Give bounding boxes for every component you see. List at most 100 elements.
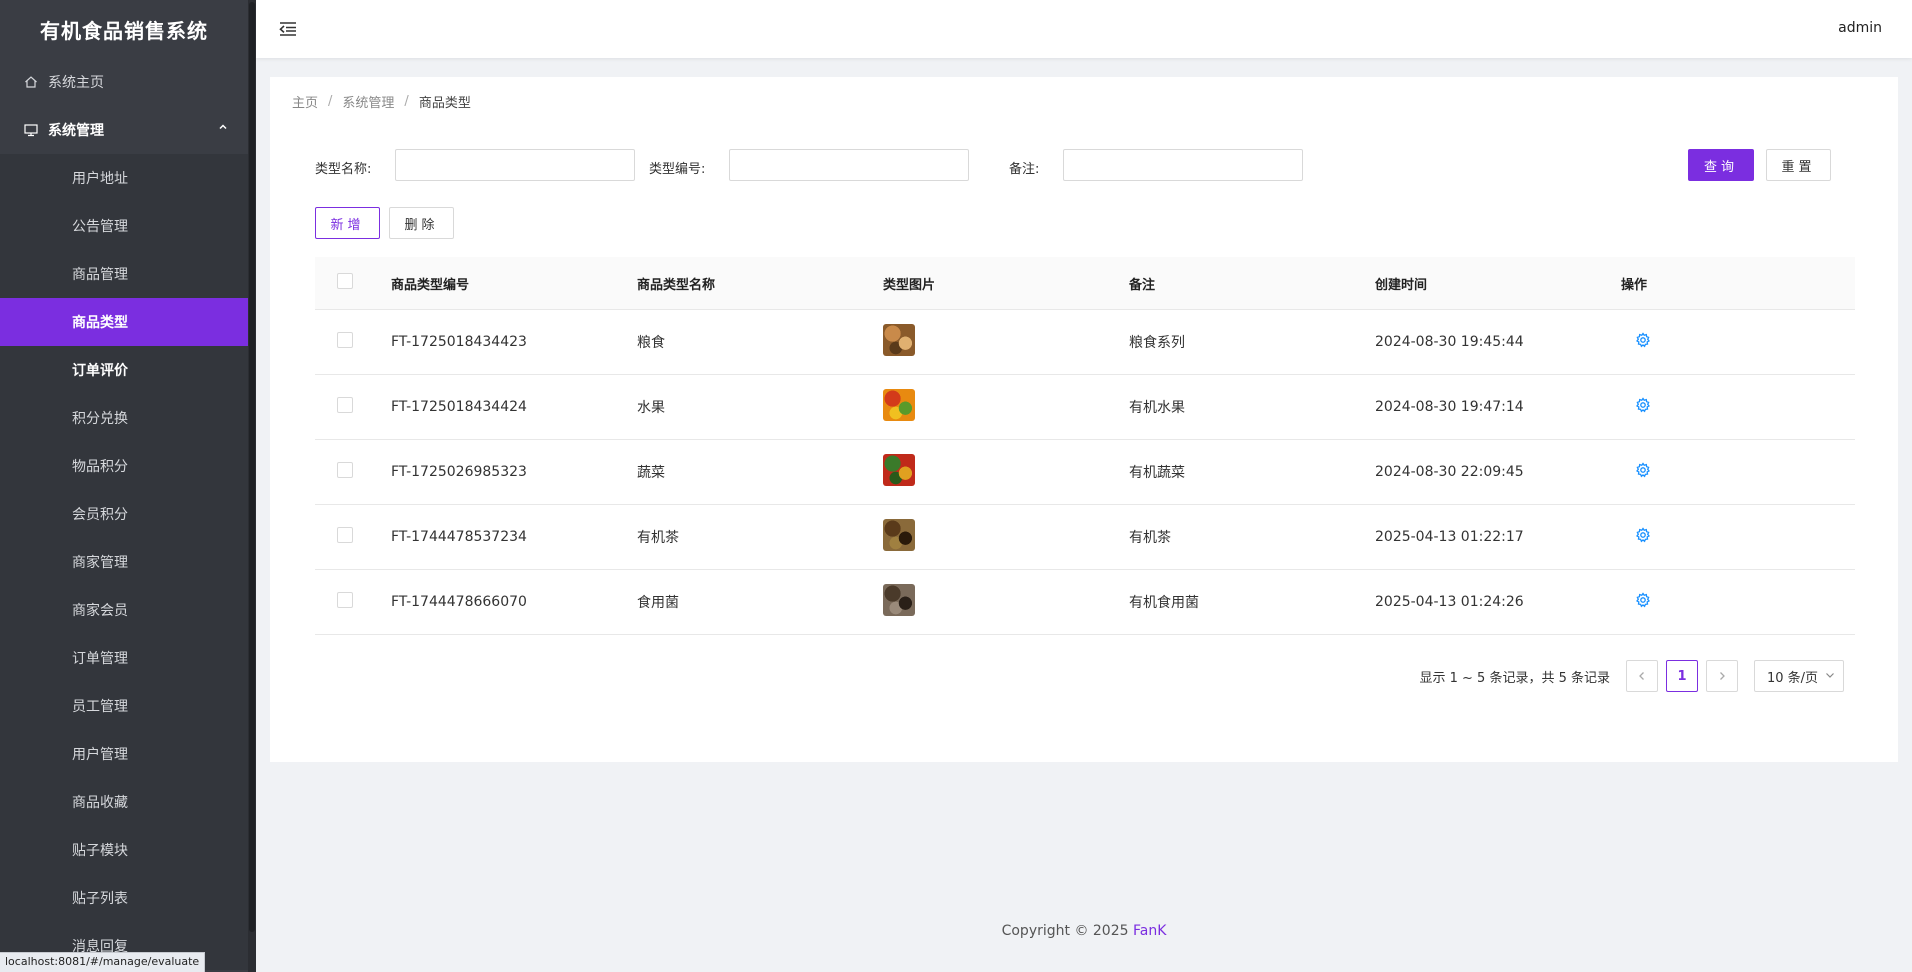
table-header: 商品类型编号 商品类型名称 类型图片 备注 创建时间 操作 bbox=[315, 257, 1855, 310]
sidebar-item-4[interactable]: 商品类型 bbox=[0, 298, 248, 346]
sidebar-item-16[interactable]: 贴子列表 bbox=[0, 874, 248, 922]
page-size-value: 10 条/页 bbox=[1767, 670, 1819, 686]
sidebar-item-label: 商品收藏 bbox=[72, 795, 128, 811]
sidebar-item-10[interactable]: 商家会员 bbox=[0, 586, 248, 634]
cell-remark: 有机蔬菜 bbox=[1129, 465, 1185, 481]
user-menu[interactable]: admin bbox=[1838, 20, 1882, 36]
home-icon bbox=[24, 75, 38, 89]
settings-icon[interactable] bbox=[1635, 527, 1651, 547]
sidebar-item-8[interactable]: 会员积分 bbox=[0, 490, 248, 538]
sidebar-item-14[interactable]: 商品收藏 bbox=[0, 778, 248, 826]
cell-code: FT-1744478666070 bbox=[391, 594, 527, 610]
add-button[interactable]: 新增 bbox=[315, 207, 380, 239]
breadcrumb-separator: / bbox=[404, 94, 409, 109]
column-header[interactable]: 商品类型编号 bbox=[391, 274, 637, 293]
sidebar-item-15[interactable]: 贴子模块 bbox=[0, 826, 248, 874]
breadcrumb-separator: / bbox=[328, 94, 333, 109]
cell-code: FT-1744478537234 bbox=[391, 529, 527, 545]
sidebar-item-label: 商品类型 bbox=[72, 315, 128, 331]
mushroom-image[interactable] bbox=[883, 584, 915, 616]
footer-brand[interactable]: FanK bbox=[1133, 923, 1166, 939]
reset-button[interactable]: 重置 bbox=[1766, 149, 1831, 181]
type-code-input[interactable] bbox=[729, 149, 969, 181]
cell-remark: 有机茶 bbox=[1129, 530, 1171, 546]
sidebar-menu: 系统主页 系统管理 用户地址公告管理 商品管理商品类型订单评价积分兑换物品积分会员… bbox=[0, 58, 248, 970]
select-all-checkbox[interactable] bbox=[337, 273, 353, 289]
cell-name: 粮食 bbox=[637, 335, 665, 351]
cell-remark: 有机水果 bbox=[1129, 400, 1185, 416]
settings-icon[interactable] bbox=[1635, 462, 1651, 482]
top-header: admin bbox=[256, 0, 1912, 58]
sidebar-item-2[interactable]: 公告管理 bbox=[0, 202, 248, 250]
sidebar-item-home[interactable]: 系统主页 bbox=[0, 58, 248, 106]
cell-created: 2025-04-13 01:22:17 bbox=[1375, 529, 1524, 545]
cell-name: 食用菌 bbox=[637, 595, 679, 611]
cell-code: FT-1725018434423 bbox=[391, 334, 527, 350]
footer-copyright: Copyright © 2025 bbox=[1001, 923, 1129, 939]
cell-name: 有机茶 bbox=[637, 530, 679, 546]
sidebar-item-label: 用户管理 bbox=[72, 747, 128, 763]
column-header: 操作 bbox=[1621, 277, 1648, 293]
breadcrumb-home[interactable]: 主页 bbox=[292, 92, 318, 111]
prev-page-button[interactable] bbox=[1626, 660, 1658, 692]
grains-image[interactable] bbox=[883, 324, 915, 356]
cell-name: 水果 bbox=[637, 400, 665, 416]
vegetables-image[interactable] bbox=[883, 454, 915, 486]
sidebar-item-label: 物品积分 bbox=[72, 459, 128, 475]
sidebar-item-9[interactable]: 商家管理 bbox=[0, 538, 248, 586]
sidebar-item-12[interactable]: 员工管理 bbox=[0, 682, 248, 730]
column-header[interactable]: 商品类型名称 bbox=[637, 274, 883, 293]
cell-name: 蔬菜 bbox=[637, 465, 665, 481]
row-checkbox[interactable] bbox=[337, 332, 353, 348]
delete-button[interactable]: 删除 bbox=[389, 207, 454, 239]
scrollbar-thumb[interactable] bbox=[249, 2, 255, 932]
sidebar-item-11[interactable]: 订单管理 bbox=[0, 634, 248, 682]
sidebar-item-5[interactable]: 订单评价 bbox=[0, 346, 248, 394]
table-row: FT-1725018434423 粮食 粮食系列 2024-08-30 19:45:4… bbox=[315, 310, 1855, 375]
table-row: FT-1744478666070 食用菌 有机食用菌 2025-04-13 01:24… bbox=[315, 570, 1855, 635]
chevron-left-icon bbox=[1639, 672, 1644, 680]
row-checkbox[interactable] bbox=[337, 592, 353, 608]
query-button[interactable]: 查询 bbox=[1688, 149, 1754, 181]
next-page-button[interactable] bbox=[1706, 660, 1738, 692]
remark-input[interactable] bbox=[1063, 149, 1303, 181]
cell-code: FT-1725026985323 bbox=[391, 464, 527, 480]
footer: Copyright © 2025 FanK bbox=[256, 923, 1912, 939]
sidebar-item-13[interactable]: 用户管理 bbox=[0, 730, 248, 778]
sidebar-item-7[interactable]: 物品积分 bbox=[0, 442, 248, 490]
type-name-input[interactable] bbox=[395, 149, 635, 181]
pagination-summary: 显示 1 ~ 5 条记录，共 5 条记录 bbox=[1419, 670, 1611, 686]
settings-icon[interactable] bbox=[1635, 592, 1651, 612]
column-header[interactable]: 创建时间 bbox=[1375, 274, 1621, 293]
fruits-image[interactable] bbox=[883, 389, 915, 421]
sidebar-item-label: 用户地址 bbox=[72, 171, 128, 187]
column-header: 备注 bbox=[1129, 277, 1156, 293]
row-checkbox[interactable] bbox=[337, 462, 353, 478]
sidebar-item-1[interactable]: 用户地址 bbox=[0, 154, 248, 202]
tea-image[interactable] bbox=[883, 519, 915, 551]
sidebar-item-label: 员工管理 bbox=[72, 699, 128, 715]
sidebar-scrollbar[interactable] bbox=[248, 0, 256, 972]
sidebar-item-label: 订单管理 bbox=[72, 651, 128, 667]
row-checkbox[interactable] bbox=[337, 397, 353, 413]
menu-collapse-icon[interactable] bbox=[278, 19, 298, 39]
row-checkbox[interactable] bbox=[337, 527, 353, 543]
sidebar-item-label: 积分兑换 bbox=[72, 411, 128, 427]
table-row: FT-1725018434424 水果 有机水果 2024-08-30 19:47:1… bbox=[315, 375, 1855, 440]
page-button[interactable]: 1 bbox=[1666, 660, 1698, 692]
column-header: 类型图片 bbox=[883, 277, 936, 293]
type-name-label: 类型名称: bbox=[315, 162, 372, 177]
settings-icon[interactable] bbox=[1635, 397, 1651, 417]
breadcrumb-current: 商品类型 bbox=[418, 96, 471, 111]
page-size-select[interactable]: 10 条/页 bbox=[1754, 660, 1844, 692]
sidebar-group-system[interactable]: 系统管理 bbox=[0, 106, 248, 154]
sidebar-item-label: 贴子模块 bbox=[72, 843, 128, 859]
sidebar-group-label: 系统管理 bbox=[48, 123, 104, 139]
chevron-right-icon bbox=[1720, 672, 1725, 680]
category-table: 商品类型编号 商品类型名称 类型图片 备注 创建时间 操作 FT-1725018… bbox=[315, 257, 1855, 635]
sidebar-item-6[interactable]: 积分兑换 bbox=[0, 394, 248, 442]
settings-icon[interactable] bbox=[1635, 332, 1651, 352]
table-body: FT-1725018434423 粮食 粮食系列 2024-08-30 19:45:4… bbox=[315, 310, 1855, 635]
breadcrumb-parent[interactable]: 系统管理 bbox=[342, 92, 394, 111]
sidebar-item-3[interactable]: 商品管理 bbox=[0, 250, 248, 298]
